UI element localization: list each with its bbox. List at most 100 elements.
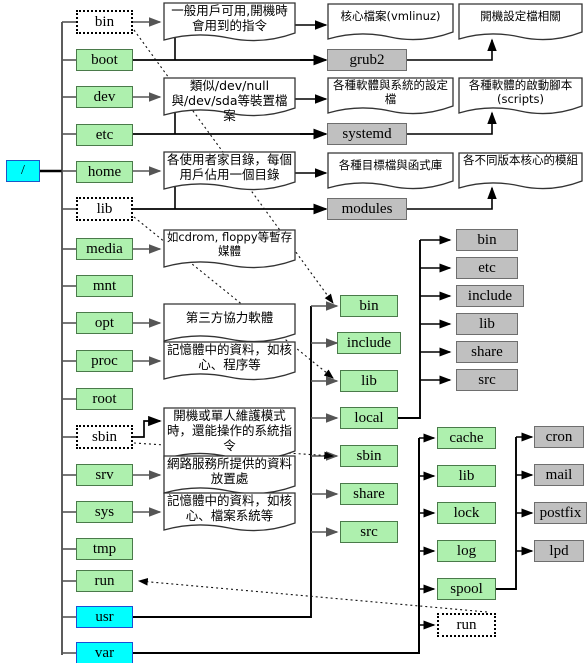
node-media[interactable]: media <box>76 238 133 260</box>
node-boot[interactable]: boot <box>76 49 133 71</box>
note-text: 記憶體中的資料，如核心、程序等 <box>166 342 292 372</box>
node-lib-modules[interactable]: modules <box>327 198 407 220</box>
node-label: etc <box>95 126 114 143</box>
node-label: sbin <box>91 428 117 445</box>
node-label: opt <box>94 314 115 331</box>
node-var-spool-mail[interactable]: mail <box>534 464 584 486</box>
node-usr-lib[interactable]: lib <box>340 370 398 392</box>
node-var-cache[interactable]: cache <box>437 427 496 449</box>
node-usr-local-lib[interactable]: lib <box>456 313 518 335</box>
node-var-run[interactable]: run <box>437 613 496 637</box>
node-etc[interactable]: etc <box>76 124 133 146</box>
node-usr-local-etc[interactable]: etc <box>456 257 518 279</box>
node-label: sbin <box>356 447 382 464</box>
node-label: src <box>360 523 378 540</box>
note-media: 如cdrom, floppy等暫存媒體 <box>163 229 296 271</box>
node-usr-local-bin[interactable]: bin <box>456 229 518 251</box>
node-proc[interactable]: proc <box>76 350 133 372</box>
node-usr-local-include[interactable]: include <box>456 285 524 307</box>
node-label: modules <box>341 200 393 217</box>
note-text: 如cdrom, floppy等暫存媒體 <box>166 230 293 258</box>
fhs-directory-diagram: / bin boot dev etc home lib media mnt op… <box>0 0 587 663</box>
node-var-spool-cron[interactable]: cron <box>534 426 584 448</box>
node-tmp[interactable]: tmp <box>76 538 133 560</box>
node-var-spool-postfix[interactable]: postfix <box>534 502 587 524</box>
node-usr-src[interactable]: src <box>340 521 398 543</box>
note-etc-scripts: 各種軟體的啟動腳本(scripts) <box>458 77 583 117</box>
node-usr-sbin[interactable]: sbin <box>340 445 398 467</box>
node-label: log <box>456 542 477 559</box>
note-text: 核心檔案(vmlinuz) <box>340 9 441 23</box>
note-text: 第三方協力軟體 <box>185 310 274 325</box>
node-label: boot <box>91 51 118 68</box>
node-usr-bin[interactable]: bin <box>340 295 398 317</box>
node-sys[interactable]: sys <box>76 501 133 523</box>
note-boot-kernel: 核心檔案(vmlinuz) <box>327 3 454 43</box>
note-text: 各不同版本核心的模組 <box>463 153 578 167</box>
note-text: 各使用者家目錄，每個用戶佔用一個目錄 <box>166 152 292 182</box>
node-label: lib <box>96 200 113 217</box>
note-boot-conf: 開機設定檔相關 <box>458 3 583 43</box>
node-mnt[interactable]: mnt <box>76 275 133 297</box>
node-run[interactable]: run <box>76 570 133 592</box>
node-usr-include[interactable]: include <box>337 332 401 354</box>
note-text: 各種目標檔與函式庫 <box>338 158 443 172</box>
node-srv[interactable]: srv <box>76 464 133 486</box>
node-etc-systemd[interactable]: systemd <box>327 123 407 145</box>
node-bin[interactable]: bin <box>76 10 133 34</box>
node-var[interactable]: var <box>76 642 133 663</box>
node-label: var <box>94 644 115 661</box>
note-lib-modules: 各不同版本核心的模組 <box>458 152 583 192</box>
node-usr-local[interactable]: local <box>340 407 398 429</box>
node-label: share <box>353 485 385 502</box>
node-label: bin <box>477 231 497 248</box>
node-label: cache <box>449 429 484 446</box>
node-label: postfix <box>539 504 582 521</box>
node-sbin[interactable]: sbin <box>76 425 133 449</box>
node-root-dir[interactable]: root <box>76 388 133 410</box>
node-label: systemd <box>342 125 392 142</box>
note-home: 各使用者家目錄，每個用戶佔用一個目錄 <box>163 151 296 193</box>
node-label: lib <box>479 315 495 332</box>
node-label: srv <box>95 466 114 483</box>
node-label: run <box>94 572 115 589</box>
node-usr-local-share[interactable]: share <box>456 341 518 363</box>
node-lib[interactable]: lib <box>76 197 133 221</box>
note-etc-conf: 各種軟體與系統的設定檔 <box>327 77 454 117</box>
node-label: dev <box>93 88 116 105</box>
node-usr[interactable]: usr <box>76 606 133 628</box>
node-label: proc <box>91 352 118 369</box>
node-label: lib <box>361 372 377 389</box>
node-label: spool <box>450 580 483 597</box>
node-var-lock[interactable]: lock <box>437 502 496 524</box>
note-text: 開機或單人維護模式時，還能操作的系統指令 <box>166 408 292 453</box>
node-label: lib <box>458 467 475 484</box>
node-opt[interactable]: opt <box>76 312 133 334</box>
node-label: home <box>87 163 122 180</box>
node-boot-grub2[interactable]: grub2 <box>327 49 407 71</box>
node-var-spool[interactable]: spool <box>437 578 496 600</box>
node-label: local <box>354 409 384 426</box>
node-label: bin <box>359 297 379 314</box>
node-label: src <box>478 371 496 388</box>
node-label: / <box>21 163 25 178</box>
note-srv: 網路服務所提供的資料放置處 <box>163 455 296 497</box>
node-usr-share[interactable]: share <box>340 483 398 505</box>
node-var-lib[interactable]: lib <box>437 465 496 487</box>
node-dev[interactable]: dev <box>76 86 133 108</box>
node-var-spool-lpd[interactable]: lpd <box>534 540 584 562</box>
note-text: 開機設定檔相關 <box>480 9 561 23</box>
node-label: mnt <box>92 277 117 294</box>
note-proc: 記憶體中的資料，如核心、程序等 <box>163 341 296 383</box>
note-text: 記憶體中的資料，如核心、檔案系統等 <box>166 493 292 523</box>
node-var-log[interactable]: log <box>437 540 496 562</box>
note-text: 各種軟體與系統的設定檔 <box>333 78 448 106</box>
node-usr-local-src[interactable]: src <box>456 369 518 391</box>
note-text: 各種軟體的啟動腳本(scripts) <box>468 78 573 106</box>
node-label: etc <box>478 259 496 276</box>
node-home[interactable]: home <box>76 161 133 183</box>
node-label: root <box>92 390 117 407</box>
node-root[interactable]: / <box>6 160 40 182</box>
note-sys: 記憶體中的資料，如核心、檔案系統等 <box>163 492 296 534</box>
note-text: 一般用戶可用,開機時會用到的指令 <box>171 3 288 33</box>
